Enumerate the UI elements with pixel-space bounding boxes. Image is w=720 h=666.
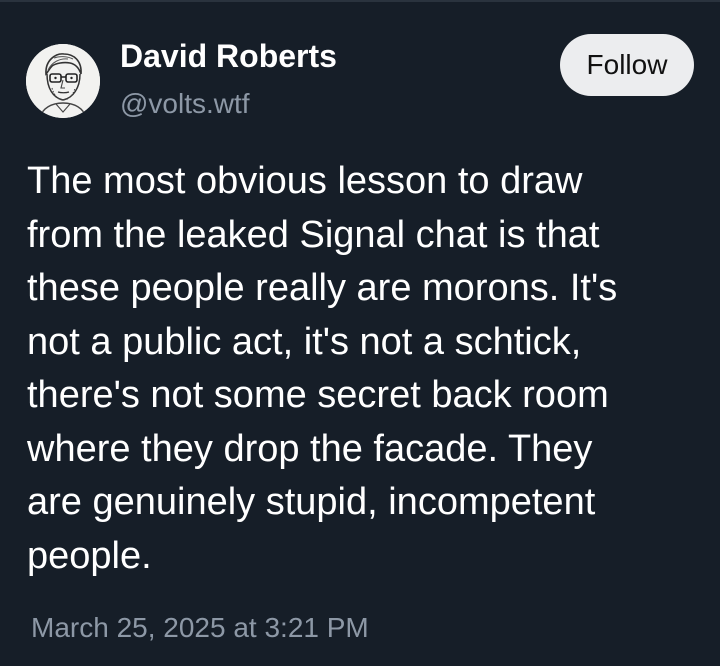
post-text-line: there's not some secret back room — [27, 374, 609, 416]
post-text: The most obvious lesson to draw from the… — [27, 155, 697, 583]
follow-button[interactable]: Follow — [560, 34, 694, 96]
post-card: David Roberts @volts.wtf Follow The most… — [0, 0, 720, 666]
post-text-line: where they drop the facade. They — [27, 427, 593, 470]
divider — [0, 0, 720, 2]
post-text-line: people. — [27, 534, 152, 577]
post-text-line: not a public act, it's not a schtick, — [27, 320, 582, 363]
post-text-line: these people really are morons. It's — [27, 267, 618, 309]
author-name[interactable]: David Roberts — [120, 38, 337, 75]
post-timestamp[interactable]: March 25, 2025 at 3:21 PM — [31, 612, 369, 644]
post-text-line: from the leaked Signal chat is that — [27, 213, 600, 256]
avatar[interactable] — [26, 44, 100, 118]
author-handle[interactable]: @volts.wtf — [120, 88, 250, 120]
post-text-line: The most obvious lesson to draw — [27, 160, 583, 202]
sketched-portrait-avatar-icon — [26, 44, 100, 118]
post-text-line: are genuinely stupid, incompetent — [27, 481, 596, 523]
